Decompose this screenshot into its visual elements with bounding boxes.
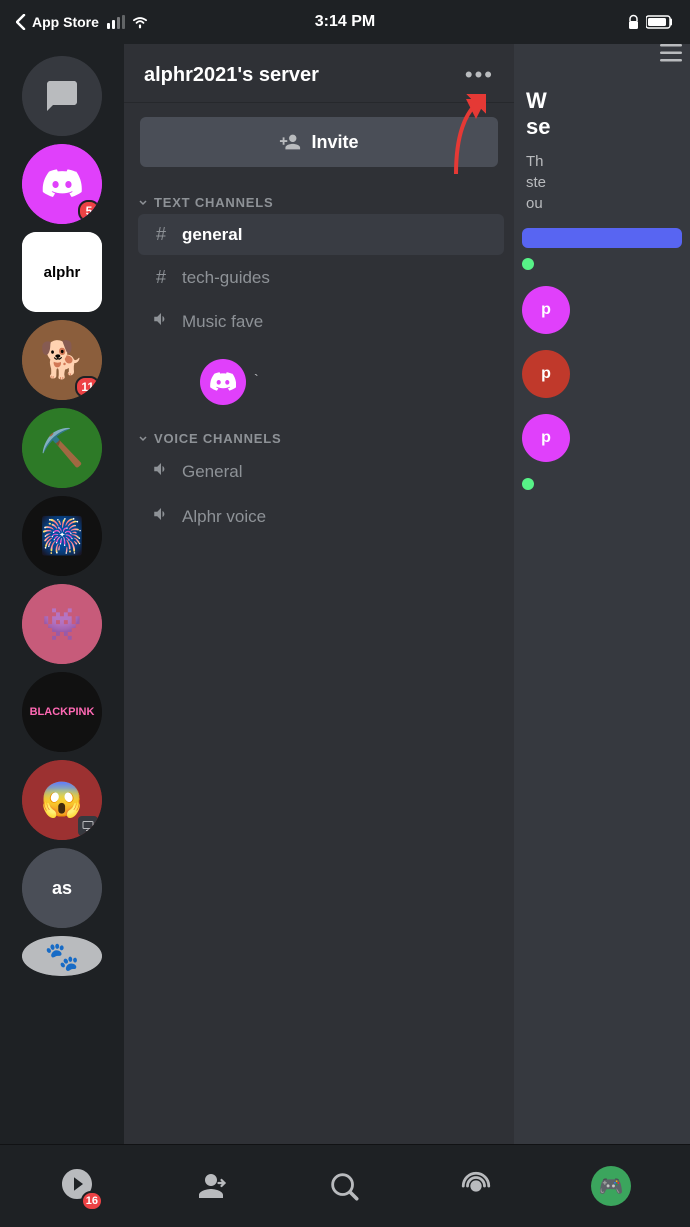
online-indicator-2 [522, 478, 534, 490]
volume-icon [150, 310, 172, 333]
badge-discord: 5 [78, 200, 100, 222]
carrier-signal: App Store [16, 14, 151, 30]
channel-item-tech-guides[interactable]: # tech-guides [138, 257, 504, 298]
partial-avatar-3: p [522, 414, 570, 462]
hash-icon: # [150, 224, 172, 245]
invite-button[interactable]: Invite [140, 117, 498, 167]
invite-button-label: Invite [311, 132, 358, 153]
right-panel-title: Wse [514, 68, 690, 147]
partial-avatar-2: p [522, 350, 570, 398]
server-icon-blackpink[interactable]: BLACKPINK [22, 672, 102, 752]
text-channels-label: TEXT CHANNELS [154, 195, 273, 210]
volume-icon-alphr [150, 505, 172, 528]
right-panel: Wse Thsteou p p p [514, 44, 690, 1144]
channel-item-general-voice[interactable]: General [138, 450, 504, 493]
voice-channels-header[interactable]: VOICE CHANNELS [138, 431, 504, 446]
voice-channels-section: VOICE CHANNELS General Alphr voice [124, 417, 514, 544]
server-title: alphr2021's server [144, 64, 319, 87]
nav-badge-servers: 16 [81, 1191, 103, 1211]
server-icon-as[interactable]: as [22, 848, 102, 928]
menu-icon[interactable] [514, 44, 690, 68]
status-icons [627, 14, 674, 30]
hash-icon-2: # [150, 267, 172, 288]
clock: 3:14 PM [315, 13, 375, 31]
bottom-nav: 16 🎮 [0, 1144, 690, 1227]
server-icon-partial[interactable]: 🐾 [22, 936, 102, 976]
nav-item-search[interactable] [327, 1169, 361, 1203]
nav-item-profile[interactable]: 🎮 [591, 1166, 631, 1206]
server-icon-alphr[interactable]: alphr [22, 232, 102, 312]
nav-item-servers[interactable]: 16 [59, 1166, 95, 1207]
volume-icon-general [150, 460, 172, 483]
right-panel-button[interactable] [522, 228, 682, 248]
badge-shiba: 11 [75, 376, 100, 398]
server-icon-horror[interactable]: 😱 [22, 760, 102, 840]
server-icon-shiba[interactable]: 🐕 11 [22, 320, 102, 400]
channel-name-general: general [182, 225, 242, 245]
server-icon-singing[interactable]: 🎆 [22, 496, 102, 576]
channel-item-alphr-voice[interactable]: Alphr voice [138, 495, 504, 538]
channel-item-general[interactable]: # general [138, 214, 504, 255]
channel-name-general-voice: General [182, 462, 242, 482]
right-panel-desc: Thsteou [514, 147, 690, 218]
discord-bot-tick: ` [254, 371, 259, 387]
channel-name-tech-guides: tech-guides [182, 268, 270, 288]
server-list: 5 alphr 🐕 11 ⛏️ 🎆 👾 BLACKPINK 😱 [0, 44, 124, 1144]
server-icon-minecraft[interactable]: ⛏️ [22, 408, 102, 488]
server-header: alphr2021's server ••• [124, 44, 514, 103]
carrier-label: App Store [32, 14, 99, 30]
text-channels-section: TEXT CHANNELS # general # tech-guides Mu… [124, 181, 514, 417]
channel-name-music-fave: Music fave [182, 312, 263, 332]
discord-bot-row: ` [138, 345, 504, 413]
partial-avatars-list: p p p [514, 278, 690, 470]
app-layout: 5 alphr 🐕 11 ⛏️ 🎆 👾 BLACKPINK 😱 [0, 44, 690, 1144]
voice-channels-label: VOICE CHANNELS [154, 431, 282, 446]
server-icon-game2[interactable]: 👾 [22, 584, 102, 664]
partial-avatar-1: p [522, 286, 570, 334]
channel-panel: alphr2021's server ••• Invite [124, 44, 514, 1144]
server-icon-discord[interactable]: 5 [22, 144, 102, 224]
nav-item-friends[interactable] [193, 1168, 229, 1204]
status-bar: App Store 3:14 PM [0, 0, 690, 44]
online-indicator [522, 258, 534, 270]
nav-item-mentions[interactable] [459, 1169, 493, 1203]
server-icon-dm[interactable] [22, 56, 102, 136]
more-options-button[interactable]: ••• [465, 62, 494, 88]
discord-bot-avatar [200, 359, 246, 405]
channel-name-alphr-voice: Alphr voice [182, 507, 266, 527]
text-channels-header[interactable]: TEXT CHANNELS [138, 195, 504, 210]
channel-item-music-fave[interactable]: Music fave [138, 300, 504, 343]
